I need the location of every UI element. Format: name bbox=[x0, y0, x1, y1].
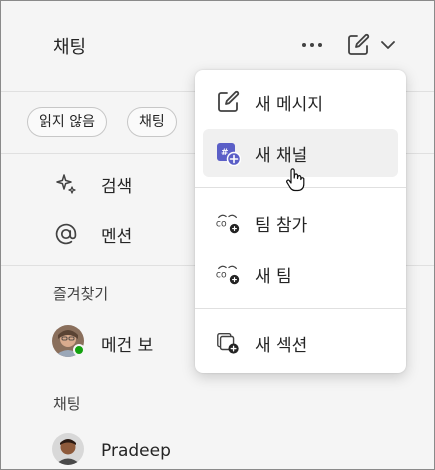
chats-section-header[interactable]: 채팅 bbox=[53, 393, 81, 414]
favorite-chat-name: 메건 보 bbox=[101, 336, 154, 356]
new-section-icon bbox=[215, 330, 241, 356]
more-icon-dot bbox=[318, 43, 322, 47]
hand-cursor-icon bbox=[286, 168, 305, 192]
menu-item-new-team[interactable]: co 새 팀 bbox=[203, 250, 398, 298]
nav-item-label: 멘션 bbox=[101, 227, 133, 247]
filter-unread-pill[interactable]: 읽지 않음 bbox=[27, 107, 107, 137]
svg-text:co: co bbox=[216, 219, 227, 230]
compose-icon bbox=[215, 89, 241, 115]
menu-item-label: 새 섹션 bbox=[255, 335, 308, 356]
filter-chats-pill[interactable]: 채팅 bbox=[127, 107, 177, 137]
more-icon-dot bbox=[302, 43, 306, 47]
menu-item-label: 새 채널 bbox=[255, 145, 308, 166]
menu-spacer bbox=[195, 127, 406, 128]
nav-item-label: 검색 bbox=[101, 177, 133, 197]
new-chat-button[interactable] bbox=[345, 29, 405, 61]
new-channel-icon: # bbox=[215, 140, 241, 166]
join-team-icon: co bbox=[215, 210, 241, 236]
at-icon bbox=[53, 221, 79, 247]
menu-item-label: 새 팀 bbox=[255, 266, 292, 287]
compose-icon bbox=[348, 33, 370, 55]
page-title: 채팅 bbox=[53, 37, 87, 58]
more-options-button[interactable] bbox=[297, 31, 327, 59]
new-items-dropdown-menu: 새 메시지 # 새 채널 co 팀 참가 co 새 팀 새 섹션 bbox=[195, 70, 406, 373]
favorites-section-header[interactable]: 즐겨찾기 bbox=[53, 283, 108, 304]
avatar bbox=[52, 433, 84, 465]
menu-item-join-team[interactable]: co 팀 참가 bbox=[203, 199, 398, 247]
chat-name: Pradeep bbox=[101, 441, 171, 461]
more-icon-dot bbox=[310, 43, 314, 47]
svg-text:co: co bbox=[216, 270, 227, 281]
menu-divider bbox=[195, 308, 406, 309]
chevron-down-icon bbox=[381, 41, 395, 49]
menu-item-new-section[interactable]: 새 섹션 bbox=[203, 319, 398, 367]
presence-available-badge bbox=[73, 344, 85, 356]
sparkle-icon bbox=[53, 171, 79, 197]
menu-item-label: 새 메시지 bbox=[255, 94, 323, 115]
new-team-icon: co bbox=[215, 261, 241, 287]
menu-item-new-message[interactable]: 새 메시지 bbox=[203, 78, 398, 126]
menu-item-label: 팀 참가 bbox=[255, 215, 308, 236]
